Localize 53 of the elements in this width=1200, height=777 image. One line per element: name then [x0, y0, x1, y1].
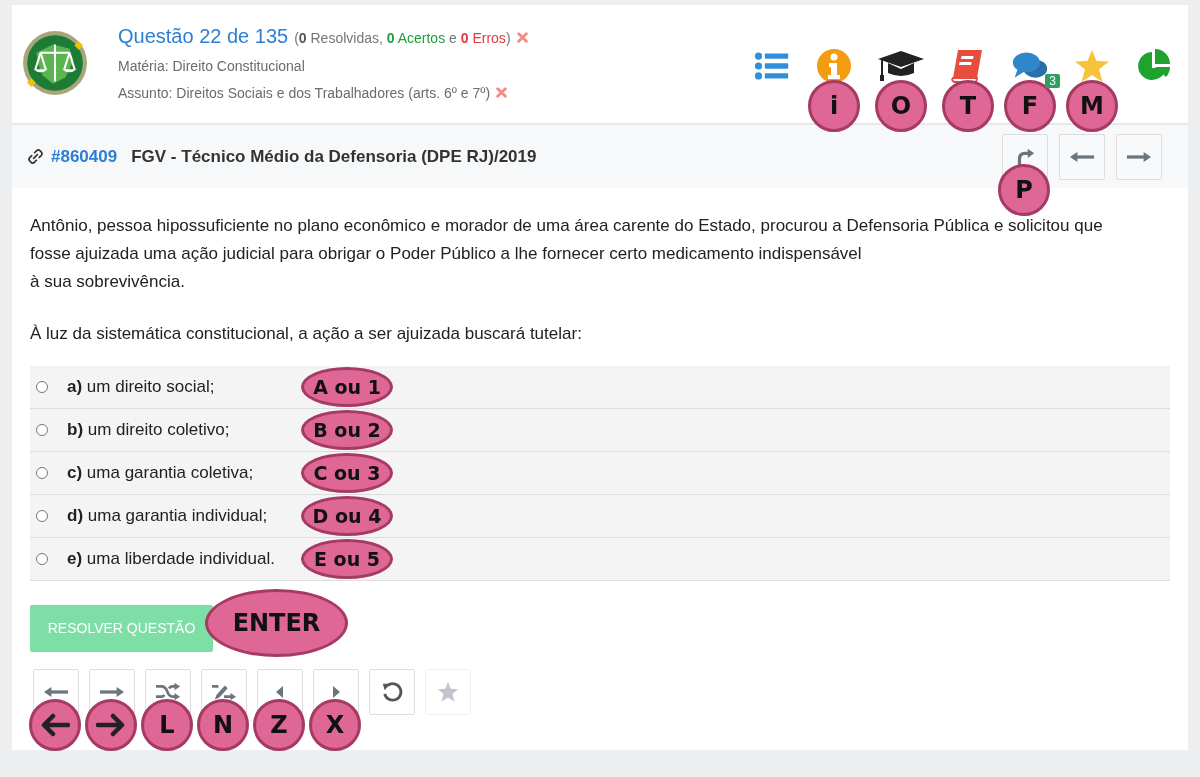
answer-option[interactable]: d) uma garantia individual; D ou 4: [30, 495, 1170, 538]
answer-option[interactable]: c) uma garantia coletiva; C ou 3: [30, 452, 1170, 495]
radio-button[interactable]: [36, 424, 48, 436]
shortcut-hint-tooltip: i: [808, 80, 860, 132]
question-counter: Questão 22 de 135: [118, 25, 289, 48]
nav-button[interactable]: [1059, 133, 1105, 180]
topic-label: Assunto: Direitos Sociais e dos Trabalhadores (arts. 6º e 7º): [118, 85, 491, 101]
shortcut-hint-tooltip: M: [1066, 80, 1118, 132]
radio-button[interactable]: [36, 467, 48, 479]
arrow-right-icon: [96, 713, 126, 737]
radio-button[interactable]: [36, 381, 48, 393]
radio-button[interactable]: [36, 510, 48, 522]
statement-paragraph: Antônio, pessoa hipossuficiente no plano econômico e morador de uma área carente do Estado, procurou a Defensoria Pública e solicitou que fosse ajuizada uma ação judicial para obrigar o Poder Público a lhe fornecer certo medicamento indispensável à sua sobrevivência.: [30, 215, 1104, 293]
caret-right-icon: [332, 686, 340, 698]
shortcut-hint-tooltip: N: [197, 699, 249, 751]
star-icon[interactable]: [1074, 48, 1110, 84]
shortcut-hint-tooltip: D ou 4: [301, 496, 393, 536]
option-text: d) uma garantia individual;: [67, 506, 269, 526]
star-icon: [435, 681, 461, 703]
question-id-link[interactable]: #860409: [51, 146, 118, 167]
subject-label: Matéria: Direito Constitucional: [118, 58, 305, 74]
graduation-cap-icon[interactable]: [876, 48, 926, 84]
option-text: e) uma liberdade individual.: [67, 549, 276, 569]
exam-source: FGV - Técnico Médio da Defensoria (DPE RJ)/2019: [131, 146, 537, 167]
shortcut-hint-tooltip: O: [875, 80, 927, 132]
answer-option[interactable]: a) um direito social; A ou 1: [30, 366, 1170, 409]
statement-paragraph: À luz da sistemática constitucional, a ação a ser ajuizada buscará tutelar:: [30, 323, 583, 345]
option-text: a) um direito social;: [67, 377, 216, 397]
answer-option[interactable]: e) uma liberdade individual. E ou 5: [30, 538, 1170, 581]
option-text: c) uma garantia coletiva;: [67, 463, 255, 483]
shortcut-hint-tooltip: A ou 1: [301, 367, 393, 407]
shortcut-hint-tooltip: X: [309, 699, 361, 751]
results-summary: (0 Resolvidas, 0 Acertos e 0 Erros): [294, 30, 511, 46]
shortcut-hint-tooltip: L: [141, 699, 193, 751]
shuffle-icon: [155, 681, 181, 703]
toolbar-button[interactable]: [369, 669, 415, 715]
answer-option[interactable]: b) um direito coletivo; B ou 2: [30, 409, 1170, 452]
info-icon[interactable]: [816, 48, 852, 84]
shortcut-hint-tooltip: E ou 5: [301, 539, 393, 579]
shortcut-hint-tooltip: P: [998, 163, 1050, 216]
shortcut-hint-tooltip: Z: [253, 699, 305, 751]
comment-count-badge: 3: [1045, 74, 1060, 88]
scales-logo-icon: [22, 30, 88, 96]
nav-button[interactable]: [1116, 133, 1162, 180]
shortcut-hint-tooltip: ENTER: [205, 589, 348, 657]
shortcut-hint-tooltip: B ou 2: [301, 410, 393, 450]
radio-button[interactable]: [36, 553, 48, 565]
shortcut-hint-tooltip: T: [942, 80, 994, 132]
caret-left-icon: [276, 686, 284, 698]
link-icon[interactable]: [28, 149, 43, 164]
option-text: b) um direito coletivo;: [67, 420, 231, 440]
shortcut-hint-tooltip: C ou 3: [301, 453, 393, 493]
arrow-left-icon: [40, 713, 70, 737]
